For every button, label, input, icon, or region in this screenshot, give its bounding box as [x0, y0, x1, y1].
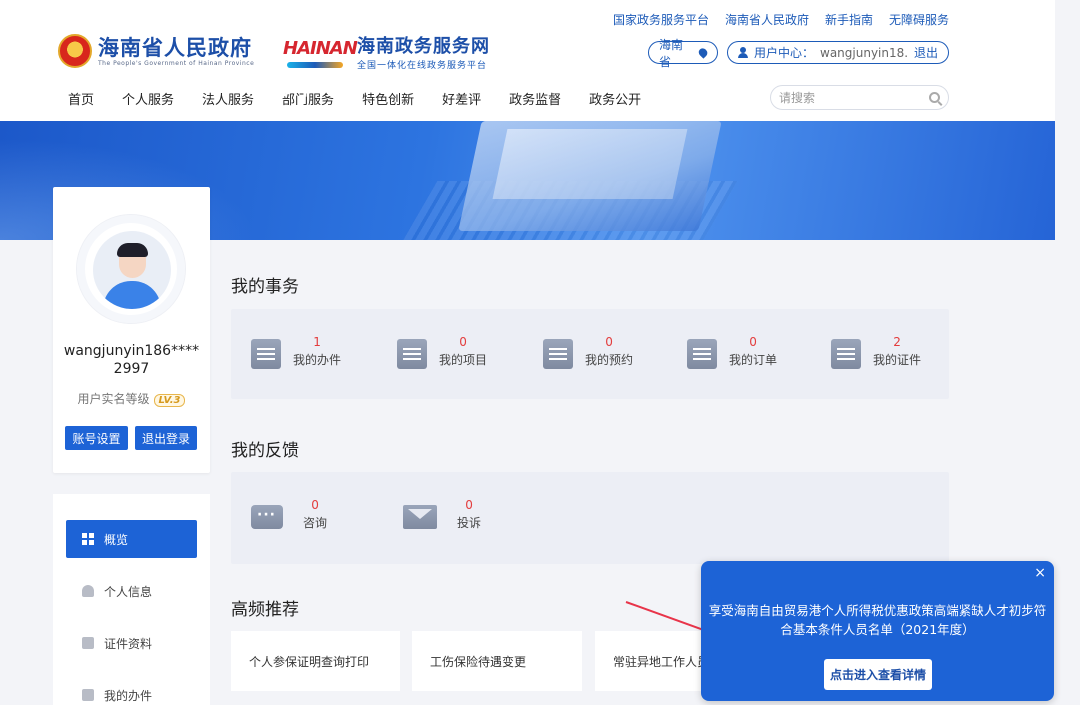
stat-label: 我的项目	[439, 351, 487, 369]
logo-service-sub: 全国一体化在线政务服务平台	[357, 58, 490, 71]
national-emblem-icon	[58, 34, 92, 68]
my-affairs-title: 我的事务	[231, 272, 299, 297]
view-details-button[interactable]: 点击进入查看详情	[824, 659, 932, 690]
id-card-icon	[82, 637, 94, 649]
stat-label: 我的订单	[729, 351, 777, 369]
stat-count: 2	[893, 333, 901, 351]
id-card-icon	[831, 339, 861, 369]
menu-item-overview[interactable]: 概览	[66, 520, 197, 558]
verification-level-label: 用户实名等级	[78, 392, 150, 406]
chat-bubble-icon	[251, 505, 283, 529]
hainan-gov-logo[interactable]: 海南省人民政府 The People's Government of Haina…	[58, 34, 254, 68]
nav-rating[interactable]: 好差评	[442, 89, 481, 108]
nav-supervision[interactable]: 政务监督	[509, 89, 561, 108]
top-link-guide[interactable]: 新手指南	[825, 11, 873, 28]
nav-gov-disclosure[interactable]: 政务公开	[589, 89, 641, 108]
appointment-icon	[543, 339, 573, 369]
server-icon	[397, 339, 427, 369]
dashboard-icon	[82, 533, 94, 545]
stat-my-projects[interactable]: 0我的项目	[397, 309, 487, 399]
notice-popup: × 享受海南自由贸易港个人所得税优惠政策高端紧缺人才初步符合基本条件人员名单（2…	[701, 561, 1054, 701]
logo-gov-cn: 海南省人民政府	[98, 36, 254, 60]
stat-consultation[interactable]: 0咨询	[251, 472, 327, 562]
user-center-name[interactable]: wangjunyin18...	[820, 46, 908, 60]
avatar	[93, 231, 171, 309]
top-link-national[interactable]: 国家政务服务平台	[613, 11, 709, 28]
stat-my-certificates[interactable]: 2我的证件	[831, 309, 921, 399]
menu-item-label: 概览	[104, 531, 128, 548]
stat-label: 我的证件	[873, 351, 921, 369]
top-link-hainan-gov[interactable]: 海南省人民政府	[725, 11, 809, 28]
popup-message: 享受海南自由贸易港个人所得税优惠政策高端紧缺人才初步符合基本条件人员名单（202…	[701, 601, 1054, 639]
logout-link[interactable]: 退出	[914, 44, 938, 61]
stat-label: 我的办件	[293, 351, 341, 369]
avatar-frame	[76, 214, 186, 324]
user-center-label: 用户中心：	[754, 44, 814, 61]
menu-item-label: 我的办件	[104, 687, 152, 704]
stat-label: 投诉	[457, 514, 481, 532]
nav-innovation[interactable]: 特色创新	[362, 89, 414, 108]
stat-label: 咨询	[303, 514, 327, 532]
folder-icon	[82, 689, 94, 701]
region-label: 海南省	[659, 36, 693, 70]
logout-button[interactable]: 退出登录	[135, 426, 197, 450]
my-affairs-panel: 1我的办件 0我的项目 0我的预约 0我的订单 2我的证件	[231, 309, 949, 399]
menu-item-documents[interactable]: 证件资料	[66, 624, 197, 662]
stat-my-orders[interactable]: 0我的订单	[687, 309, 777, 399]
stat-count: 0	[311, 496, 319, 514]
recommend-item[interactable]: 工伤保险待遇变更	[412, 631, 582, 691]
user-icon	[738, 47, 748, 58]
my-feedback-panel: 0咨询 0投诉	[231, 472, 949, 564]
menu-item-personal-info[interactable]: 个人信息	[66, 572, 197, 610]
profile-username: wangjunyin186****2997	[53, 342, 210, 378]
main-nav: 首页 个人服务 法人服务 部门服务 特色创新 好差评 政务监督 政务公开	[68, 89, 669, 108]
recommend-title: 高频推荐	[231, 595, 299, 620]
top-link-accessibility[interactable]: 无障碍服务	[889, 11, 949, 28]
stat-count: 1	[313, 333, 321, 351]
nav-personal-services[interactable]: 个人服务	[122, 89, 174, 108]
stat-my-cases[interactable]: 1我的办件	[251, 309, 341, 399]
level-badge: LV.3	[154, 394, 186, 407]
envelope-icon	[403, 505, 437, 529]
stat-label: 我的预约	[585, 351, 633, 369]
page-title: 市民中心	[236, 65, 348, 102]
stat-my-appointments[interactable]: 0我的预约	[543, 309, 633, 399]
recommend-item[interactable]: 常驻异地工作人员	[595, 631, 705, 691]
menu-item-label: 个人信息	[104, 583, 152, 600]
stat-count: 0	[605, 333, 613, 351]
clipboard-icon	[687, 339, 717, 369]
stat-complaint[interactable]: 0投诉	[403, 472, 481, 562]
menu-item-label: 证件资料	[104, 635, 152, 652]
search-box	[770, 85, 949, 110]
location-pin-icon	[697, 46, 709, 58]
calendar-icon	[251, 339, 281, 369]
search-icon[interactable]	[929, 92, 940, 103]
site-header: 国家政务服务平台 海南省人民政府 新手指南 无障碍服务 海南省人民政府 The …	[0, 0, 1055, 121]
nav-home[interactable]: 首页	[68, 89, 94, 108]
stat-count: 0	[465, 496, 473, 514]
search-input[interactable]	[779, 91, 919, 105]
stat-count: 0	[459, 333, 467, 351]
recommend-item[interactable]: 个人参保证明查询打印	[231, 631, 400, 691]
side-menu: 概览 个人信息 证件资料 我的办件	[53, 494, 210, 705]
hainan-mark-text: HAINAN	[283, 38, 357, 59]
top-links: 国家政务服务平台 海南省人民政府 新手指南 无障碍服务	[613, 11, 949, 28]
account-settings-button[interactable]: 账号设置	[65, 426, 128, 450]
menu-item-my-cases[interactable]: 我的办件	[66, 676, 197, 705]
logo-service-cn: 海南政务服务网	[357, 36, 490, 58]
verification-level: 用户实名等级 LV.3	[53, 390, 210, 407]
my-feedback-title: 我的反馈	[231, 436, 299, 461]
logo-gov-en: The People's Government of Hainan Provin…	[98, 60, 254, 67]
user-center[interactable]: 用户中心： wangjunyin18... 退出	[727, 41, 949, 64]
user-icon	[82, 585, 94, 597]
stat-count: 0	[749, 333, 757, 351]
profile-card: wangjunyin186****2997 用户实名等级 LV.3 账号设置 退出…	[53, 187, 210, 473]
close-icon[interactable]: ×	[1034, 565, 1046, 581]
region-selector[interactable]: 海南省	[648, 41, 718, 64]
